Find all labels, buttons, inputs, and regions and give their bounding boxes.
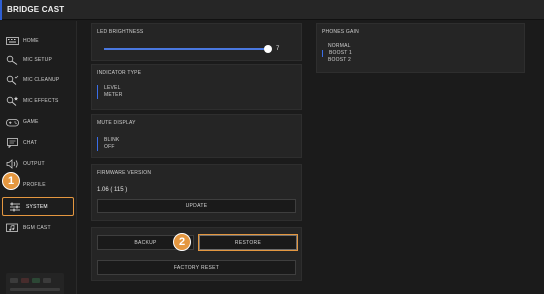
mute-display-panel: MUTE DISPLAY BLINK OFF	[91, 114, 302, 158]
sidebar-item-game[interactable]: GAME	[0, 111, 77, 133]
sidebar-item-label: MIC CLEANUP	[23, 77, 60, 83]
sidebar: HOME MIC SETUP MIC CLEANUP MIC EFFECTS G…	[0, 21, 77, 294]
led-brightness-panel: LED BRIGHTNESS 7	[91, 23, 302, 61]
option-off[interactable]: OFF	[104, 144, 119, 151]
callout-badge-2: 2	[173, 233, 191, 251]
slider-handle[interactable]	[264, 45, 272, 53]
factory-reset-button[interactable]: FACTORY RESET	[97, 260, 296, 275]
title-accent	[0, 0, 2, 20]
option-meter[interactable]: METER	[104, 92, 123, 99]
mute-display-options: BLINK OFF	[97, 137, 119, 151]
sidebar-item-label: PROFILE	[23, 182, 46, 188]
indicator-type-panel: INDICATOR TYPE LEVEL METER	[91, 64, 302, 110]
device-thumbnail	[6, 273, 64, 294]
phones-gain-title: PHONES GAIN	[322, 29, 359, 35]
sidebar-item-label: CHAT	[23, 140, 38, 146]
restore-button[interactable]: RESTORE	[198, 234, 298, 251]
indicator-type-options: LEVEL METER	[97, 85, 123, 99]
system-icon	[8, 201, 22, 213]
option-boost-1[interactable]: BOOST 1	[322, 50, 352, 57]
indicator-type-title: INDICATOR TYPE	[97, 70, 142, 76]
speaker-icon	[5, 158, 19, 170]
mic-cleanup-icon	[5, 74, 19, 86]
mic-effects-icon	[5, 95, 19, 107]
app-title: BRIDGE CAST	[7, 5, 65, 14]
keyboard-icon	[5, 35, 19, 47]
phones-gain-options: NORMAL BOOST 1 BOOST 2	[322, 43, 352, 64]
sidebar-item-label: GAME	[23, 119, 39, 125]
option-boost-2[interactable]: BOOST 2	[322, 57, 352, 64]
option-blink[interactable]: BLINK	[104, 137, 119, 144]
gamepad-icon	[5, 116, 19, 128]
phones-gain-panel: PHONES GAIN NORMAL BOOST 1 BOOST 2	[316, 23, 525, 73]
sidebar-item-bgm-cast[interactable]: BGM CAST	[0, 217, 77, 239]
mute-display-title: MUTE DISPLAY	[97, 120, 136, 126]
sidebar-item-mic-cleanup[interactable]: MIC CLEANUP	[0, 69, 77, 91]
sidebar-item-label: OUTPUT	[23, 161, 45, 167]
firmware-panel: FIRMWARE VERSION 1.06 ( 115 ) UPDATE	[91, 164, 302, 221]
firmware-title: FIRMWARE VERSION	[97, 170, 152, 176]
update-button[interactable]: UPDATE	[97, 199, 296, 213]
chat-icon	[5, 137, 19, 149]
sidebar-item-label: BGM CAST	[23, 225, 51, 231]
sidebar-item-label: MIC EFFECTS	[23, 98, 59, 104]
sidebar-item-chat[interactable]: CHAT	[0, 132, 77, 154]
mic-icon	[5, 54, 19, 66]
sidebar-item-system[interactable]: SYSTEM	[2, 197, 74, 216]
led-brightness-title: LED BRIGHTNESS	[97, 29, 144, 35]
firmware-version: 1.06 ( 115 )	[97, 187, 128, 193]
sidebar-item-mic-effects[interactable]: MIC EFFECTS	[0, 90, 77, 112]
sidebar-item-label: MIC SETUP	[23, 57, 53, 63]
callout-badge-1: 1	[2, 172, 20, 190]
led-brightness-slider[interactable]	[104, 48, 267, 50]
sidebar-item-label: HOME	[23, 38, 39, 44]
option-normal[interactable]: NORMAL	[322, 43, 352, 50]
option-level[interactable]: LEVEL	[104, 85, 123, 92]
led-brightness-value: 7	[276, 46, 280, 52]
sidebar-item-mic-setup[interactable]: MIC SETUP	[0, 49, 77, 71]
backup-restore-panel: BACKUP RESTORE FACTORY RESET	[91, 227, 302, 281]
title-bar: BRIDGE CAST	[0, 0, 544, 20]
sidebar-item-label: SYSTEM	[26, 203, 48, 210]
bgm-icon	[5, 222, 19, 234]
